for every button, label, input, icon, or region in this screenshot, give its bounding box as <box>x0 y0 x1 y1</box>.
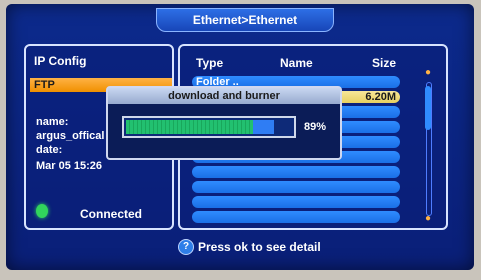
column-header-name: Name <box>280 56 313 70</box>
scroll-up-icon[interactable]: ● <box>423 68 433 78</box>
help-text: Press ok to see detail <box>198 240 321 254</box>
file-row[interactable] <box>192 181 400 193</box>
file-row[interactable] <box>192 166 400 178</box>
name-label: name: <box>36 116 69 128</box>
name-value: argus_offical <box>36 130 105 142</box>
column-header-size: Size <box>372 56 397 70</box>
column-header-type: Type <box>196 56 224 70</box>
connection-status-icon <box>36 204 48 218</box>
download-dialog: download and burner 89% <box>106 86 342 160</box>
file-row-size: 6.20M <box>365 91 396 103</box>
scrollbar-thumb[interactable] <box>425 86 431 130</box>
progress-bar <box>122 116 296 138</box>
progress-percent: 89% <box>304 121 327 133</box>
window-title: Ethernet>Ethernet <box>156 8 334 32</box>
file-row[interactable] <box>192 211 400 223</box>
progress-fill <box>126 120 253 134</box>
help-icon: ? <box>178 239 194 255</box>
screen: Ethernet>Ethernet IP Config FTP name: ar… <box>6 4 474 270</box>
file-row[interactable] <box>192 196 400 208</box>
dialog-title: download and burner <box>108 88 340 104</box>
date-value: Mar 05 15:26 <box>36 160 103 172</box>
panel-title: IP Config <box>34 54 87 68</box>
date-label: date: <box>36 144 63 156</box>
connection-status: Connected <box>80 207 143 221</box>
progress-remaining <box>253 120 274 134</box>
scroll-down-icon[interactable]: ● <box>423 214 433 224</box>
